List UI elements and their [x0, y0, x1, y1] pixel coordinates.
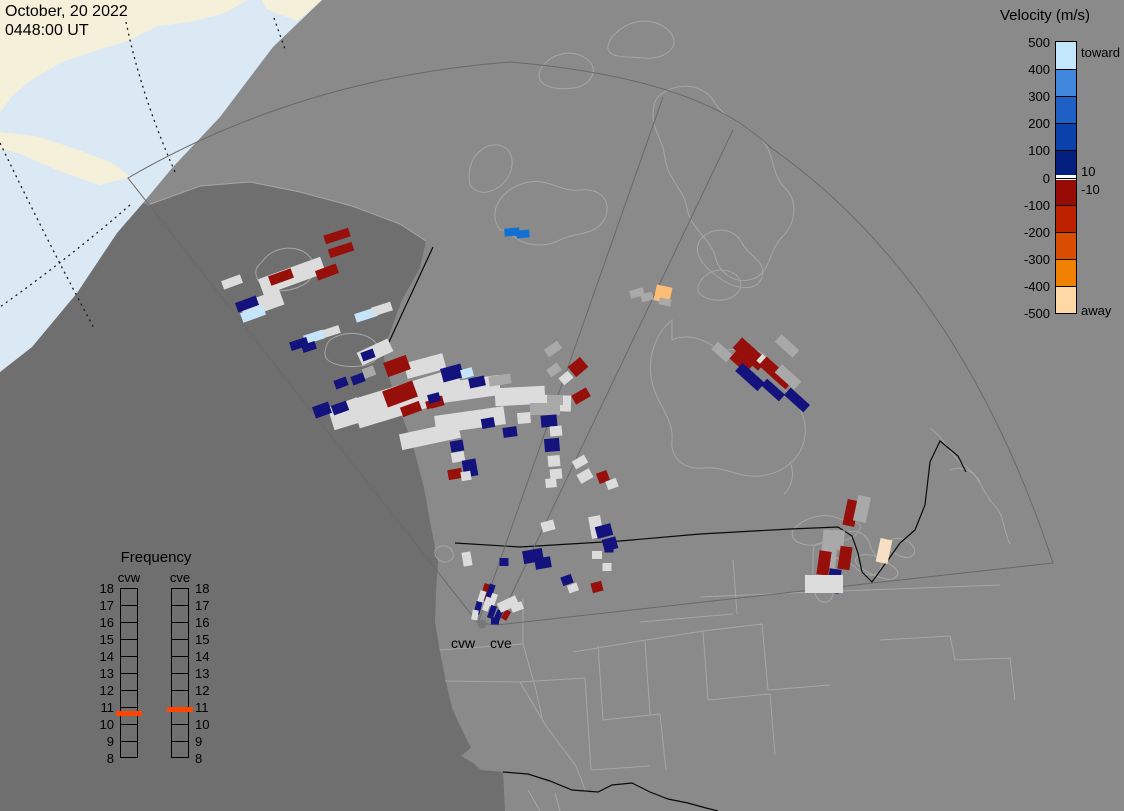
velocity-cell [500, 558, 509, 566]
velocity-tick [1056, 205, 1076, 206]
velocity-tick-label: 400 [1006, 63, 1050, 76]
frequency-scale-label-left: 16 [86, 616, 114, 629]
velocity-cell [517, 412, 531, 424]
frequency-scale-label-left: 13 [86, 667, 114, 680]
velocity-cell [541, 414, 558, 427]
frequency-scale-label-left: 11 [86, 701, 114, 714]
timestamp: October, 20 2022 0448:00 UT [5, 2, 128, 40]
velocity-tick [1056, 150, 1076, 151]
velocity-tick [1056, 69, 1076, 70]
velocity-cell [502, 426, 517, 438]
frequency-tick [120, 707, 138, 708]
velocity-cell [550, 425, 563, 436]
frequency-scale-label-right: 15 [195, 633, 223, 646]
frequency-legend-title: Frequency [100, 550, 212, 565]
frequency-tick [120, 622, 138, 623]
frequency-tick [171, 673, 189, 674]
velocity-cell [592, 551, 602, 559]
frequency-scale-label-right: 16 [195, 616, 223, 629]
velocity-tick [1056, 286, 1076, 287]
velocity-tick-label: 100 [1006, 144, 1050, 157]
velocity-cell [450, 439, 465, 452]
frequency-scale-label-left: 8 [86, 752, 114, 765]
frequency-scale-label-right: 17 [195, 599, 223, 612]
frequency-tick [120, 639, 138, 640]
pos-threshold-label: 10 [1081, 165, 1095, 178]
velocity-cell [605, 544, 614, 553]
velocity-cell [460, 471, 471, 482]
velocity-cell [545, 478, 557, 488]
frequency-tick [171, 605, 189, 606]
frequency-scale-label-left: 12 [86, 684, 114, 697]
frequency-tick [120, 673, 138, 674]
velocity-cell [544, 438, 560, 452]
neg-threshold-label: -10 [1081, 183, 1100, 196]
velocity-tick-label: -200 [1006, 226, 1050, 239]
frequency-tick [120, 741, 138, 742]
velocity-tick-label: -300 [1006, 253, 1050, 266]
map-canvas [0, 0, 1124, 811]
frequency-tick [171, 724, 189, 725]
velocity-tick-label: 500 [1006, 36, 1050, 49]
frequency-tick [120, 605, 138, 606]
map-label-cve: cve [490, 636, 512, 650]
radar-site-dot [478, 620, 487, 629]
velocity-tick-label: -400 [1006, 280, 1050, 293]
frequency-marker-cvw [116, 711, 142, 716]
velocity-cell [491, 618, 499, 625]
frequency-scale-label-left: 14 [86, 650, 114, 663]
toward-label: toward [1081, 46, 1120, 59]
velocity-tick-label: 0 [1006, 172, 1050, 185]
frequency-scale-label-left: 9 [86, 735, 114, 748]
frequency-tick [120, 724, 138, 725]
time-text: 0448:00 UT [5, 21, 128, 40]
velocity-tick [1056, 178, 1076, 179]
frequency-tick [120, 690, 138, 691]
frequency-tick [171, 622, 189, 623]
frequency-scale-label-left: 10 [86, 718, 114, 731]
velocity-cell [516, 229, 530, 238]
frequency-scale-label-right: 8 [195, 752, 223, 765]
frequency-scale-label-right: 13 [195, 667, 223, 680]
velocity-cell [550, 468, 563, 479]
frequency-marker-cve [167, 707, 193, 712]
frequency-tick [171, 741, 189, 742]
map-label-cvw: cvw [451, 636, 475, 650]
away-label: away [1081, 304, 1111, 317]
velocity-tick-label: -100 [1006, 199, 1050, 212]
velocity-tick-label: 200 [1006, 117, 1050, 130]
frequency-tick [171, 639, 189, 640]
velocity-tick [1056, 259, 1076, 260]
frequency-scale-label-left: 15 [86, 633, 114, 646]
frequency-tick [171, 690, 189, 691]
date-text: October, 20 2022 [5, 2, 128, 21]
velocity-cell [805, 575, 843, 593]
velocity-tick [1056, 96, 1076, 97]
velocity-legend-title: Velocity (m/s) [1000, 8, 1124, 23]
frequency-tick [171, 656, 189, 657]
frequency-scale-label-right: 10 [195, 718, 223, 731]
frequency-scale-label-left: 18 [86, 582, 114, 595]
frequency-scale-label-right: 9 [195, 735, 223, 748]
velocity-tick [1056, 123, 1076, 124]
frequency-scale-label-right: 11 [195, 701, 223, 714]
frequency-scale-label-right: 14 [195, 650, 223, 663]
frequency-tick [120, 656, 138, 657]
velocity-cell [603, 563, 612, 571]
velocity-cell [548, 455, 561, 467]
velocity-tick [1056, 232, 1076, 233]
velocity-cell [547, 395, 563, 405]
velocity-tick-label: 300 [1006, 90, 1050, 103]
frequency-scale-label-right: 12 [195, 684, 223, 697]
frequency-scale-label-right: 18 [195, 582, 223, 595]
frequency-scale-label-left: 17 [86, 599, 114, 612]
superdarn-velocity-map: October, 20 2022 0448:00 UT Velocity (m/… [0, 0, 1124, 811]
velocity-tick-label: -500 [1006, 307, 1050, 320]
